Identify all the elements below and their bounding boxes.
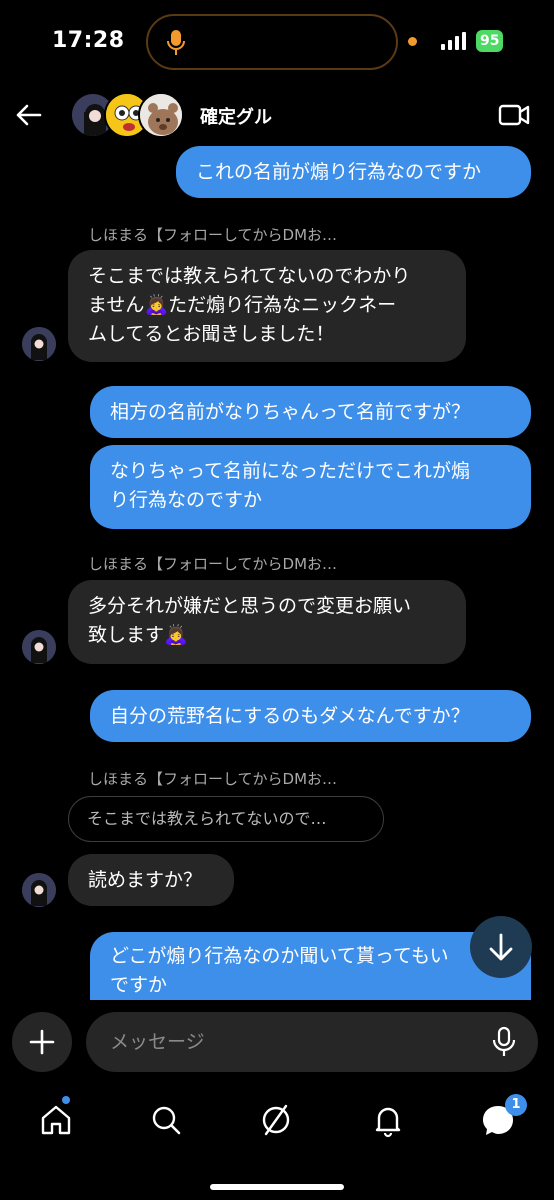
scroll-to-bottom-button[interactable]: [470, 916, 532, 978]
message-line: り行為なのですか: [110, 489, 263, 511]
group-avatars[interactable]: [68, 89, 190, 143]
signal-icon: [441, 32, 466, 50]
search-icon[interactable]: [146, 1100, 186, 1140]
sender-avatar[interactable]: [22, 327, 56, 361]
message-bubble-outgoing[interactable]: なりちゃって名前になっただけでこれが煽 り行為なのですか: [90, 445, 531, 529]
home-icon[interactable]: [36, 1100, 76, 1140]
status-bar: 17:28 95: [0, 0, 554, 86]
status-time: 17:28: [52, 28, 125, 53]
message-text: ただ煽り行為なニックネー: [168, 294, 397, 316]
bottom-tab-bar: 1: [0, 1082, 554, 1200]
messages-badge: 1: [505, 1094, 527, 1116]
arrow-down-icon: [489, 933, 513, 961]
group-name[interactable]: 確定グル: [200, 103, 272, 129]
mic-indicator-icon: [167, 30, 185, 55]
message-line: 多分それが嫌だと思うので変更お願い: [88, 595, 412, 617]
message-line: ですか: [110, 974, 168, 996]
add-attachment-button[interactable]: [12, 1012, 72, 1072]
message-text: ません: [88, 294, 145, 316]
emoji: 🙇‍♀️: [164, 624, 188, 646]
bell-icon[interactable]: [368, 1100, 408, 1140]
message-line: そこまでは教えられてないのでわかり: [88, 265, 411, 287]
emoji: 🙇‍♀️: [144, 294, 169, 316]
plus-icon: [29, 1029, 55, 1055]
sender-name: しほまる【フォローしてからDMお…: [88, 555, 338, 573]
message-text: 致します: [88, 624, 165, 646]
message-bubble-incoming[interactable]: そこまでは教えられてないのでわかり ません🙇‍♀️ただ煽り行為なニックネー ムし…: [68, 250, 466, 362]
sender-avatar[interactable]: [22, 630, 56, 664]
mic-icon[interactable]: [490, 1026, 518, 1058]
reply-quote[interactable]: そこまでは教えられてないので…: [68, 796, 384, 842]
message-line: 致します🙇‍♀️: [88, 621, 446, 650]
message-bubble-outgoing[interactable]: 相方の名前がなりちゃんって名前ですが？: [90, 386, 531, 438]
message-bubble-outgoing[interactable]: これの名前が煽り行為なのですか: [176, 146, 531, 198]
battery-level: 95: [480, 33, 500, 49]
message-composer: [0, 1000, 554, 1082]
notification-dot: [62, 1096, 70, 1104]
sender-name: しほまる【フォローしてからDMお…: [88, 226, 338, 244]
message-bubble-outgoing[interactable]: 自分の荒野名にするのもダメなんですか？: [90, 690, 531, 742]
home-indicator: [210, 1184, 344, 1190]
message-line: なりちゃって名前になっただけでこれが煽: [110, 460, 471, 482]
battery-indicator: 95: [476, 30, 504, 52]
message-line: どこが煽り行為なのか聞いて貰ってもい: [110, 945, 449, 967]
message-bubble-incoming[interactable]: 多分それが嫌だと思うので変更お願い 致します🙇‍♀️: [68, 580, 466, 664]
dynamic-island: [146, 14, 398, 70]
back-arrow-icon[interactable]: [12, 99, 44, 131]
privacy-dot: [408, 37, 417, 46]
explore-icon[interactable]: [256, 1100, 296, 1140]
video-call-icon[interactable]: [498, 102, 530, 128]
message-bubble-incoming[interactable]: 読めますか？: [68, 854, 234, 906]
sender-name: しほまる【フォローしてからDMお…: [88, 770, 338, 788]
chat-header: 確定グル: [0, 86, 554, 146]
message-input[interactable]: [86, 1012, 538, 1072]
sender-avatar[interactable]: [22, 873, 56, 907]
avatar: [138, 92, 184, 138]
message-line: ません🙇‍♀️ただ煽り行為なニックネー: [88, 291, 446, 320]
message-bubble-outgoing[interactable]: どこが煽り行為なのか聞いて貰ってもい ですか: [90, 932, 531, 1000]
message-line: ムしてるとお聞きしました！: [88, 323, 335, 345]
